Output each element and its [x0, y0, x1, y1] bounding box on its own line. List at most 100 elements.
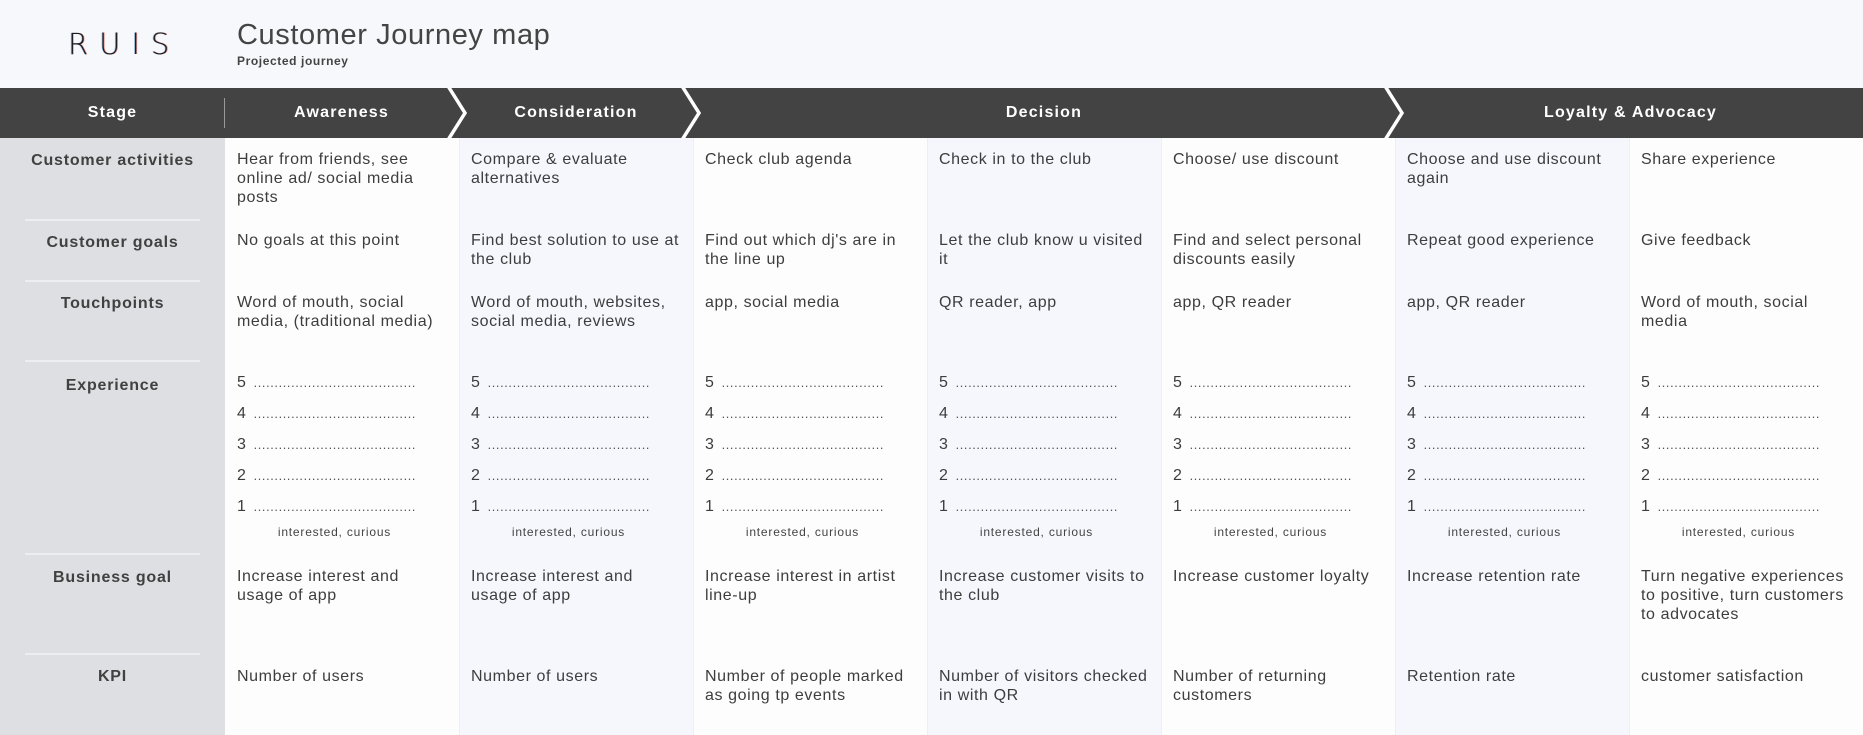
stage-bar: Stage Awareness Consideration Decision L… — [0, 88, 1863, 138]
experience-level-number: 5 — [1641, 374, 1651, 391]
stage-awareness: Awareness — [293, 104, 389, 121]
experience-level-number: 4 — [1173, 405, 1183, 422]
business-goal-cell: Turn negative experiences to positive, t… — [1641, 568, 1844, 623]
journey-column: Choose/ use discount Find and select per… — [1161, 138, 1395, 735]
page-subtitle: Projected journey — [237, 54, 349, 68]
experience-level-number: 1 — [705, 498, 715, 515]
touchpoints-cell: app, QR reader — [1173, 294, 1292, 311]
experience-level-dotted-line: ………………………………… — [253, 499, 416, 514]
touchpoints-cell: QR reader, app — [939, 294, 1057, 311]
business-goal-cell: Increase interest in artist line-up — [705, 568, 896, 604]
experience-level-number: 1 — [1641, 498, 1651, 515]
experience-caption: interested, curious — [745, 525, 860, 539]
column-separator — [1161, 138, 1162, 735]
touchpoints-cell: Word of mouth, websites, social media, r… — [471, 294, 666, 330]
stage-header-label: Stage — [87, 104, 138, 121]
column-separator — [927, 138, 928, 735]
goal-cell: Give feedback — [1641, 232, 1752, 249]
experience-level-number: 2 — [1641, 467, 1651, 484]
experience-level-3: 3 ………………………………… — [1407, 436, 1617, 467]
experience-level-number: 5 — [1173, 374, 1183, 391]
experience-scale: 5 ………………………………… 4 ………………………………… 3 ……………………………… — [1407, 374, 1617, 539]
experience-level-3: 3 ………………………………… — [1641, 436, 1851, 467]
column-separator — [1395, 138, 1396, 735]
kpi-cell: Number of visitors checked in with QR — [939, 668, 1148, 704]
experience-level-4: 4 ………………………………… — [471, 405, 681, 436]
experience-level-2: 2 ………………………………… — [1407, 467, 1617, 498]
row-separator — [25, 553, 200, 555]
experience-scale: 5 ………………………………… 4 ………………………………… 3 ……………………………… — [1641, 374, 1851, 539]
experience-level-2: 2 ………………………………… — [705, 467, 915, 498]
experience-scale: 5 ………………………………… 4 ………………………………… 3 ……………………………… — [939, 374, 1149, 539]
stage-decision: Decision — [1005, 104, 1083, 121]
touchpoints-cell: Word of mouth, social media, (traditiona… — [237, 294, 434, 330]
experience-level-number: 4 — [939, 405, 949, 422]
experience-level-dotted-line: ………………………………… — [1423, 437, 1586, 452]
stage-loyalty-advocacy: Loyalty & Advocacy — [1543, 104, 1718, 121]
activity-cell: Choose and use discount again — [1407, 151, 1602, 187]
experience-level-dotted-line: ………………………………… — [955, 499, 1118, 514]
experience-level-5: 5 ………………………………… — [1407, 374, 1617, 405]
experience-level-2: 2 ………………………………… — [237, 467, 447, 498]
experience-level-dotted-line: ………………………………… — [1423, 375, 1586, 390]
experience-level-3: 3 ………………………………… — [705, 436, 915, 467]
experience-level-5: 5 ………………………………… — [939, 374, 1149, 405]
business-goal-cell: Increase customer loyalty — [1173, 568, 1370, 585]
activity-cell: Check club agenda — [705, 151, 853, 168]
experience-level-4: 4 ………………………………… — [939, 405, 1149, 436]
page-title: Customer Journey map — [237, 19, 551, 51]
row-label-customer-activities: Customer activities — [31, 152, 194, 169]
experience-level-number: 5 — [1407, 374, 1417, 391]
experience-level-number: 2 — [939, 467, 949, 484]
experience-level-number: 3 — [471, 436, 481, 453]
experience-level-number: 2 — [705, 467, 715, 484]
experience-level-5: 5 ………………………………… — [1641, 374, 1851, 405]
experience-level-number: 5 — [705, 374, 715, 391]
experience-level-dotted-line: ………………………………… — [955, 375, 1118, 390]
goal-cell: Let the club know u visited it — [939, 232, 1143, 268]
experience-level-number: 5 — [471, 374, 481, 391]
experience-level-2: 2 ………………………………… — [939, 467, 1149, 498]
business-goal-cell: Increase interest and usage of app — [237, 568, 400, 604]
experience-level-dotted-line: ………………………………… — [1189, 499, 1352, 514]
business-goal-cell: Increase retention rate — [1407, 568, 1581, 585]
experience-level-dotted-line: ………………………………… — [253, 375, 416, 390]
experience-level-dotted-line: ………………………………… — [1423, 406, 1586, 421]
experience-level-number: 3 — [237, 436, 247, 453]
experience-level-dotted-line: ………………………………… — [253, 437, 416, 452]
experience-level-3: 3 ………………………………… — [237, 436, 447, 467]
experience-scale: 5 ………………………………… 4 ………………………………… 3 ……………………………… — [471, 374, 681, 539]
experience-level-number: 3 — [705, 436, 715, 453]
experience-level-dotted-line: ………………………………… — [487, 375, 650, 390]
experience-level-number: 1 — [1407, 498, 1417, 515]
experience-level-number: 4 — [1641, 405, 1651, 422]
journey-column: Compare & evaluate alternatives Find bes… — [459, 138, 693, 735]
experience-level-number: 2 — [1173, 467, 1183, 484]
experience-level-2: 2 ………………………………… — [471, 467, 681, 498]
row-label-touchpoints: Touchpoints — [60, 295, 165, 312]
experience-level-number: 4 — [237, 405, 247, 422]
experience-level-number: 2 — [471, 467, 481, 484]
experience-level-number: 2 — [237, 467, 247, 484]
experience-scale: 5 ………………………………… 4 ………………………………… 3 ……………………………… — [705, 374, 915, 539]
experience-level-3: 3 ………………………………… — [471, 436, 681, 467]
experience-level-number: 3 — [1407, 436, 1417, 453]
experience-level-number: 5 — [939, 374, 949, 391]
experience-level-dotted-line: ………………………………… — [1657, 375, 1820, 390]
kpi-cell: Number of people marked as going tp even… — [705, 668, 904, 704]
journey-column: Share experience Give feedback Word of m… — [1629, 138, 1863, 735]
experience-level-5: 5 ………………………………… — [1173, 374, 1383, 405]
experience-level-dotted-line: ………………………………… — [487, 499, 650, 514]
journey-column: Hear from friends, see online ad/ social… — [225, 138, 459, 735]
experience-level-5: 5 ………………………………… — [471, 374, 681, 405]
experience-level-dotted-line: ………………………………… — [1657, 499, 1820, 514]
experience-scale: 5 ………………………………… 4 ………………………………… 3 ……………………………… — [1173, 374, 1383, 539]
experience-level-number: 4 — [471, 405, 481, 422]
activity-cell: Choose/ use discount — [1173, 151, 1339, 168]
row-label-business-goal: Business goal — [53, 569, 172, 586]
experience-caption: interested, curious — [511, 525, 626, 539]
activity-cell: Share experience — [1641, 151, 1777, 168]
row-separator — [25, 360, 200, 362]
kpi-cell: Number of users — [471, 668, 599, 685]
experience-level-dotted-line: ………………………………… — [1423, 468, 1586, 483]
